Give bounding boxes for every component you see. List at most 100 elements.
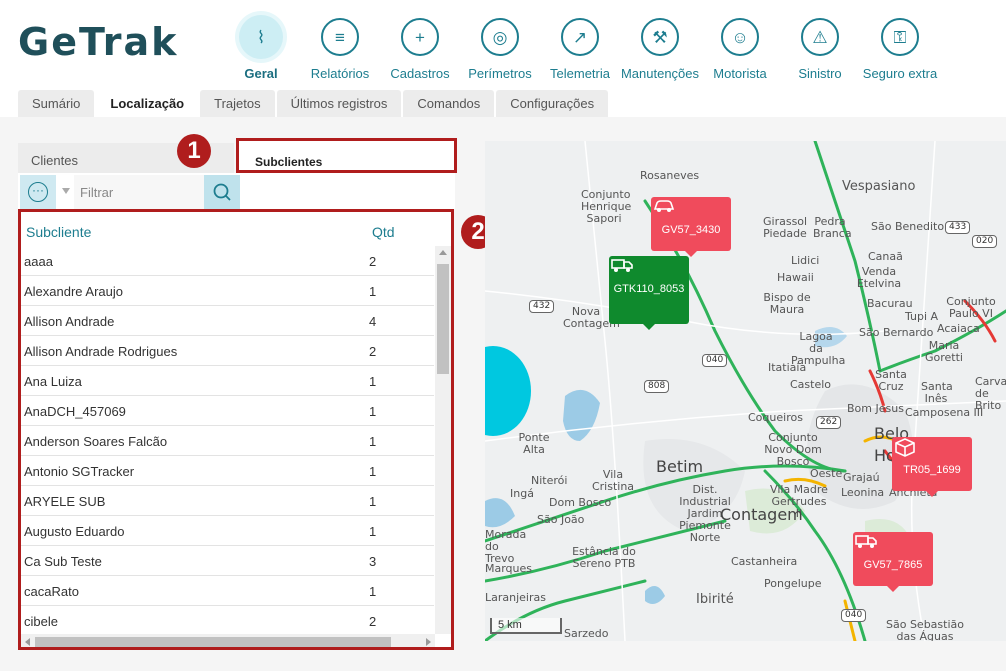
tab-configura-es[interactable]: Configurações [496, 90, 609, 117]
map-label-castanheira: Castanheira [731, 555, 798, 568]
horizontal-scrollbar[interactable] [21, 634, 435, 647]
map-view[interactable]: Rosaneves Vespasiano Conjunto Henrique S… [485, 141, 1006, 641]
map-label-conjunto-novo-dom-bosco: Conjunto Novo Dom Bosco [764, 431, 822, 468]
tab-localiza-o[interactable]: Localização [96, 90, 199, 117]
map-label-sao-bernardo: São Bernardo [859, 326, 934, 339]
map-label-marques: Marques [485, 562, 533, 575]
table-row[interactable]: Anderson Soares Falcão 1 [21, 426, 434, 456]
map-label-vespasiano: Vespasiano [842, 179, 916, 194]
scroll-thumb-horizontal[interactable] [35, 637, 391, 647]
vehicle-marker[interactable]: GTK110_8053 [609, 256, 689, 330]
map-label-conjunto-paulo-vi: Conjunto Paulo VI [946, 295, 996, 320]
table-row[interactable]: Augusto Eduardo 1 [21, 516, 434, 546]
map-label-coqueiros: Coqueiros [748, 411, 803, 424]
cell-qtd: 1 [369, 404, 377, 419]
tab-subclientes[interactable]: Subclientes [236, 138, 457, 173]
map-label-santa-cruz: Santa Cruz [875, 368, 907, 393]
tab--ltimos-registros[interactable]: Últimos registros [276, 90, 402, 117]
compass-icon: ↗ [561, 18, 599, 56]
map-label-pongelupe: Pongelupe [764, 577, 822, 590]
table-row[interactable]: Alexandre Araujo 1 [21, 276, 434, 306]
map-label-contagem: Contagem [720, 505, 803, 524]
map-label-tupi-a: Tupi A [905, 310, 939, 323]
scroll-right-arrow-icon[interactable] [426, 638, 431, 646]
options-button[interactable]: ··· [20, 175, 56, 209]
map-label-oeste: Oeste [810, 467, 843, 480]
vehicle-marker[interactable]: GV57_7865 [853, 532, 933, 592]
table-row[interactable]: cibele 2 [21, 606, 434, 636]
filter-input[interactable] [74, 175, 204, 209]
table-row[interactable]: ARYELE SUB 1 [21, 486, 434, 516]
callout-badge-1: 1 [177, 134, 211, 168]
scroll-left-arrow-icon[interactable] [25, 638, 30, 646]
vertical-scrollbar[interactable] [435, 246, 451, 634]
map-label-niteroi: Niterói [531, 474, 568, 487]
cell-subcliente: ARYELE SUB [24, 494, 106, 509]
tab-comandos[interactable]: Comandos [403, 90, 495, 117]
map-label-lidici: Lidici [791, 254, 820, 267]
cell-subcliente: cibele [24, 614, 58, 629]
table-row[interactable]: aaaa 2 [21, 246, 434, 276]
cell-subcliente: Augusto Eduardo [24, 524, 125, 539]
cell-qtd: 1 [369, 434, 377, 449]
vehicle-marker-label: TR05_1699 [903, 464, 961, 476]
nav-item-seguro-extra[interactable]: ⚿ Seguro extra [852, 18, 948, 81]
map-label-rosaneves: Rosaneves [640, 169, 700, 182]
truck-icon [611, 259, 633, 272]
subclientes-table: Subcliente Qtd aaaa 2 Alexandre Araujo 1 All… [18, 209, 454, 650]
column-header-qtd[interactable]: Qtd [372, 224, 395, 240]
table-row[interactable]: Allison Andrade 4 [21, 306, 434, 336]
package-icon [895, 438, 915, 457]
cell-qtd: 1 [369, 524, 377, 539]
map-label-bispo-de-maura: Bispo de Maura [763, 291, 811, 316]
road-shield: 020 [972, 235, 998, 248]
shield-keyhole-icon: ⚿ [881, 18, 919, 56]
map-label-sao-benedito: São Benedito [871, 220, 945, 233]
report-icon: ≡ [321, 18, 359, 56]
table-row[interactable]: Allison Andrade Rodrigues 2 [21, 336, 434, 366]
vehicle-marker[interactable]: GV57_3430 [651, 197, 731, 257]
tab-trajetos[interactable]: Trajetos [200, 90, 275, 117]
svg-text:GeTrak: GeTrak [18, 22, 178, 62]
scroll-up-arrow-icon[interactable] [439, 250, 447, 255]
nav-item-label: Seguro extra [862, 66, 938, 81]
road-shield: 432 [529, 300, 555, 313]
road-shield: 040 [702, 354, 728, 367]
map-label-bom-jesus: Bom Jesus [847, 402, 904, 415]
cell-subcliente: Allison Andrade Rodrigues [24, 344, 178, 359]
table-row[interactable]: Antonio SGTracker 1 [21, 456, 434, 486]
map-label-estancia-do-sereno: Estância do Sereno PTB [572, 545, 636, 570]
cell-qtd: 2 [369, 344, 377, 359]
scroll-thumb[interactable] [437, 264, 449, 374]
vehicle-marker[interactable]: TR05_1699 [892, 437, 972, 497]
table-row[interactable]: AnaDCH_457069 1 [21, 396, 434, 426]
map-label-sao-joao: São João [537, 513, 585, 526]
top-header: GeTrak ⌇ Geral ≡ Relatórios + Cadastros ◎ Perím… [0, 0, 1006, 90]
table-row[interactable]: cacaRato 1 [21, 576, 434, 606]
cell-subcliente: cacaRato [24, 584, 79, 599]
car-icon [653, 200, 675, 212]
folder-add-icon: + [401, 18, 439, 56]
cell-qtd: 1 [369, 374, 377, 389]
app-logo[interactable]: GeTrak [18, 20, 218, 72]
map-label-castelo: Castelo [790, 378, 832, 391]
map-label-morada-do-trevo: Morada do Trevo [485, 528, 527, 565]
map-label-hawaii: Hawaii [777, 271, 814, 284]
search-button[interactable] [204, 175, 240, 209]
cell-subcliente: Antonio SGTracker [24, 464, 135, 479]
section-tabs: Sumário Localização Trajetos Últimos regist… [18, 90, 610, 117]
cell-subcliente: AnaDCH_457069 [24, 404, 126, 419]
cell-subcliente: Ana Luiza [24, 374, 82, 389]
map-scale: 5 km [490, 618, 562, 634]
table-row[interactable]: Ca Sub Teste 3 [21, 546, 434, 576]
column-header-subcliente[interactable]: Subcliente [26, 224, 91, 240]
cell-qtd: 2 [369, 254, 377, 269]
more-options-icon: ··· [28, 182, 48, 202]
caret-down-icon[interactable] [62, 188, 70, 194]
cell-qtd: 1 [369, 494, 377, 509]
map-label-bacurau: Bacurau [867, 297, 913, 310]
cell-subcliente: Anderson Soares Falcão [24, 434, 168, 449]
map-label-grajau: Grajaú [843, 471, 880, 484]
tab-sum-rio[interactable]: Sumário [18, 90, 95, 117]
table-row[interactable]: Ana Luiza 1 [21, 366, 434, 396]
